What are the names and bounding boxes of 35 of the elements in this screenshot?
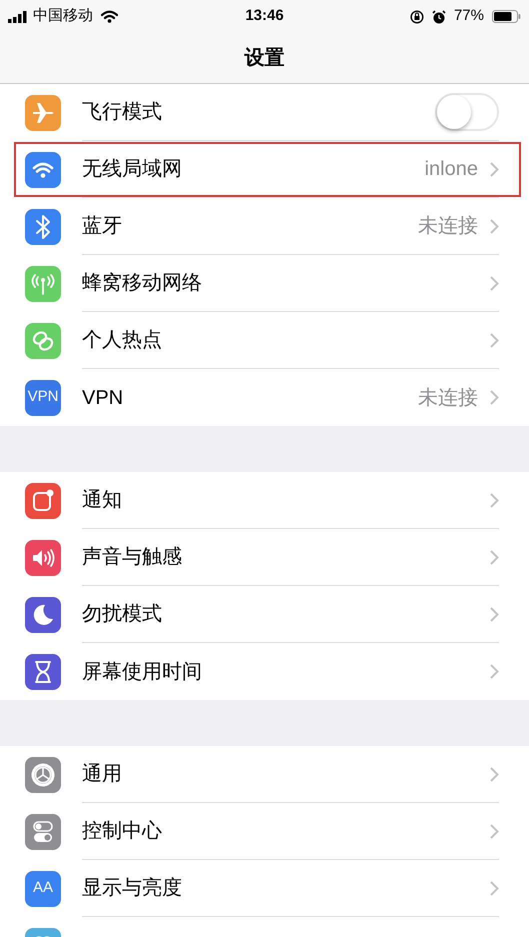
row-label: 飞行模式 xyxy=(82,100,162,125)
row-label: 蜂窝移动网络 xyxy=(82,271,202,296)
settings-row[interactable]: 勿扰模式 xyxy=(0,586,529,643)
settings-row[interactable]: 控制中心 xyxy=(0,803,529,860)
vpn-icon: VPN xyxy=(25,380,61,416)
row-label: 个人热点 xyxy=(82,328,162,353)
row-label: 无线局域网 xyxy=(82,157,182,182)
settings-row[interactable]: 屏幕使用时间 xyxy=(0,643,529,700)
carrier-name: 中国移动 xyxy=(33,6,93,26)
text-size-icon: AA xyxy=(25,870,61,906)
row-label: 蓝牙 xyxy=(82,214,122,239)
row-label: 屏幕使用时间 xyxy=(82,660,202,684)
battery-percent: 77% xyxy=(454,6,484,26)
page-title: 设置 xyxy=(244,46,284,71)
settings-row[interactable]: 蜂窝移动网络 xyxy=(0,255,529,312)
row-value: 未连接 xyxy=(418,386,478,410)
clock-time: 13:46 xyxy=(245,6,284,26)
row-value: 未连接 xyxy=(418,214,478,239)
row-label: VPN xyxy=(82,386,124,410)
settings-row[interactable]: 通知 xyxy=(0,472,529,529)
row-label: 通知 xyxy=(82,488,122,513)
row-label: 控制中心 xyxy=(82,819,162,844)
row-label: 显示与亮度 xyxy=(82,876,182,901)
settings-row[interactable]: 个人热点 xyxy=(0,312,529,369)
settings-row[interactable]: VPN VPN 未连接 xyxy=(0,369,529,426)
settings-row[interactable]: 蓝牙 未连接 xyxy=(0,198,529,255)
settings-row[interactable]: 飞行模式 xyxy=(0,84,529,141)
settings-row[interactable]: 声音与触感 xyxy=(0,529,529,586)
settings-row[interactable]: 通用 xyxy=(0,746,529,803)
settings-row[interactable]: 无线局域网 inlone xyxy=(0,141,529,198)
row-label: 勿扰模式 xyxy=(82,602,162,627)
row-value: inlone xyxy=(424,157,478,182)
settings-row[interactable]: AA 显示与亮度 xyxy=(0,860,529,917)
row-label: 通用 xyxy=(82,762,122,787)
row-label: 声音与触感 xyxy=(82,545,182,570)
